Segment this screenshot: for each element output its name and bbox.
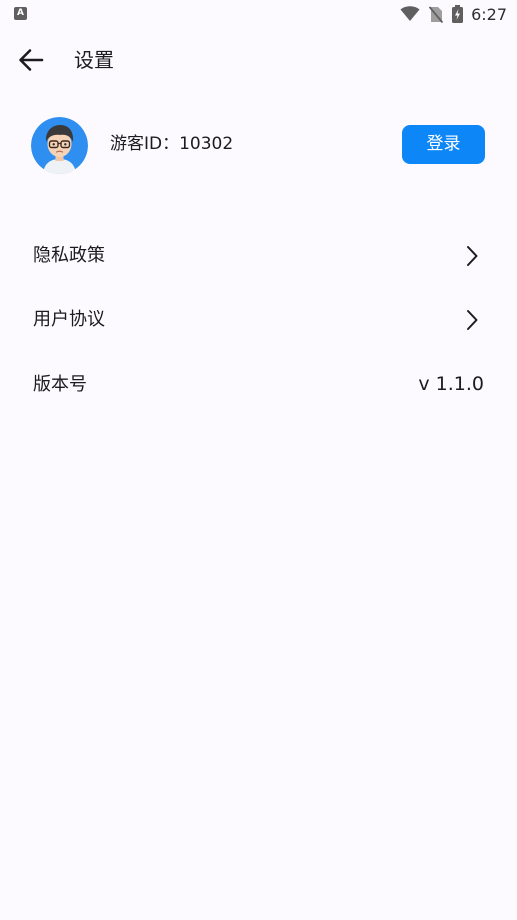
avatar bbox=[31, 117, 88, 174]
app-bar: 设置 bbox=[0, 36, 517, 84]
battery-charging-icon bbox=[452, 5, 464, 23]
notification-app-icon: A bbox=[14, 7, 27, 20]
menu-item-label: 隐私政策 bbox=[33, 245, 105, 266]
page-title: 设置 bbox=[74, 48, 114, 72]
no-sim-icon bbox=[429, 5, 444, 23]
chevron-right-icon bbox=[467, 310, 478, 330]
menu-item-version: 版本号 v 1.1.0 bbox=[0, 365, 517, 405]
menu-item-privacy-policy[interactable]: 隐私政策 bbox=[0, 236, 517, 276]
menu-item-user-agreement[interactable]: 用户协议 bbox=[0, 300, 517, 340]
guest-id-label: 游客ID：10302 bbox=[110, 134, 234, 154]
login-button[interactable]: 登录 bbox=[402, 125, 485, 164]
status-icons: 6:27 bbox=[391, 4, 507, 24]
status-bar: A 6:27 bbox=[0, 0, 517, 30]
chevron-right-icon bbox=[467, 246, 478, 266]
version-label: 版本号 bbox=[33, 374, 87, 395]
back-button[interactable] bbox=[14, 44, 48, 76]
wifi-icon bbox=[400, 6, 420, 22]
arrow-left-icon bbox=[19, 49, 44, 71]
profile-row: 游客ID：10302 登录 bbox=[0, 114, 517, 178]
status-time: 6:27 bbox=[471, 4, 507, 24]
menu-item-label: 用户协议 bbox=[33, 309, 105, 330]
version-value: v 1.1.0 bbox=[418, 373, 484, 395]
